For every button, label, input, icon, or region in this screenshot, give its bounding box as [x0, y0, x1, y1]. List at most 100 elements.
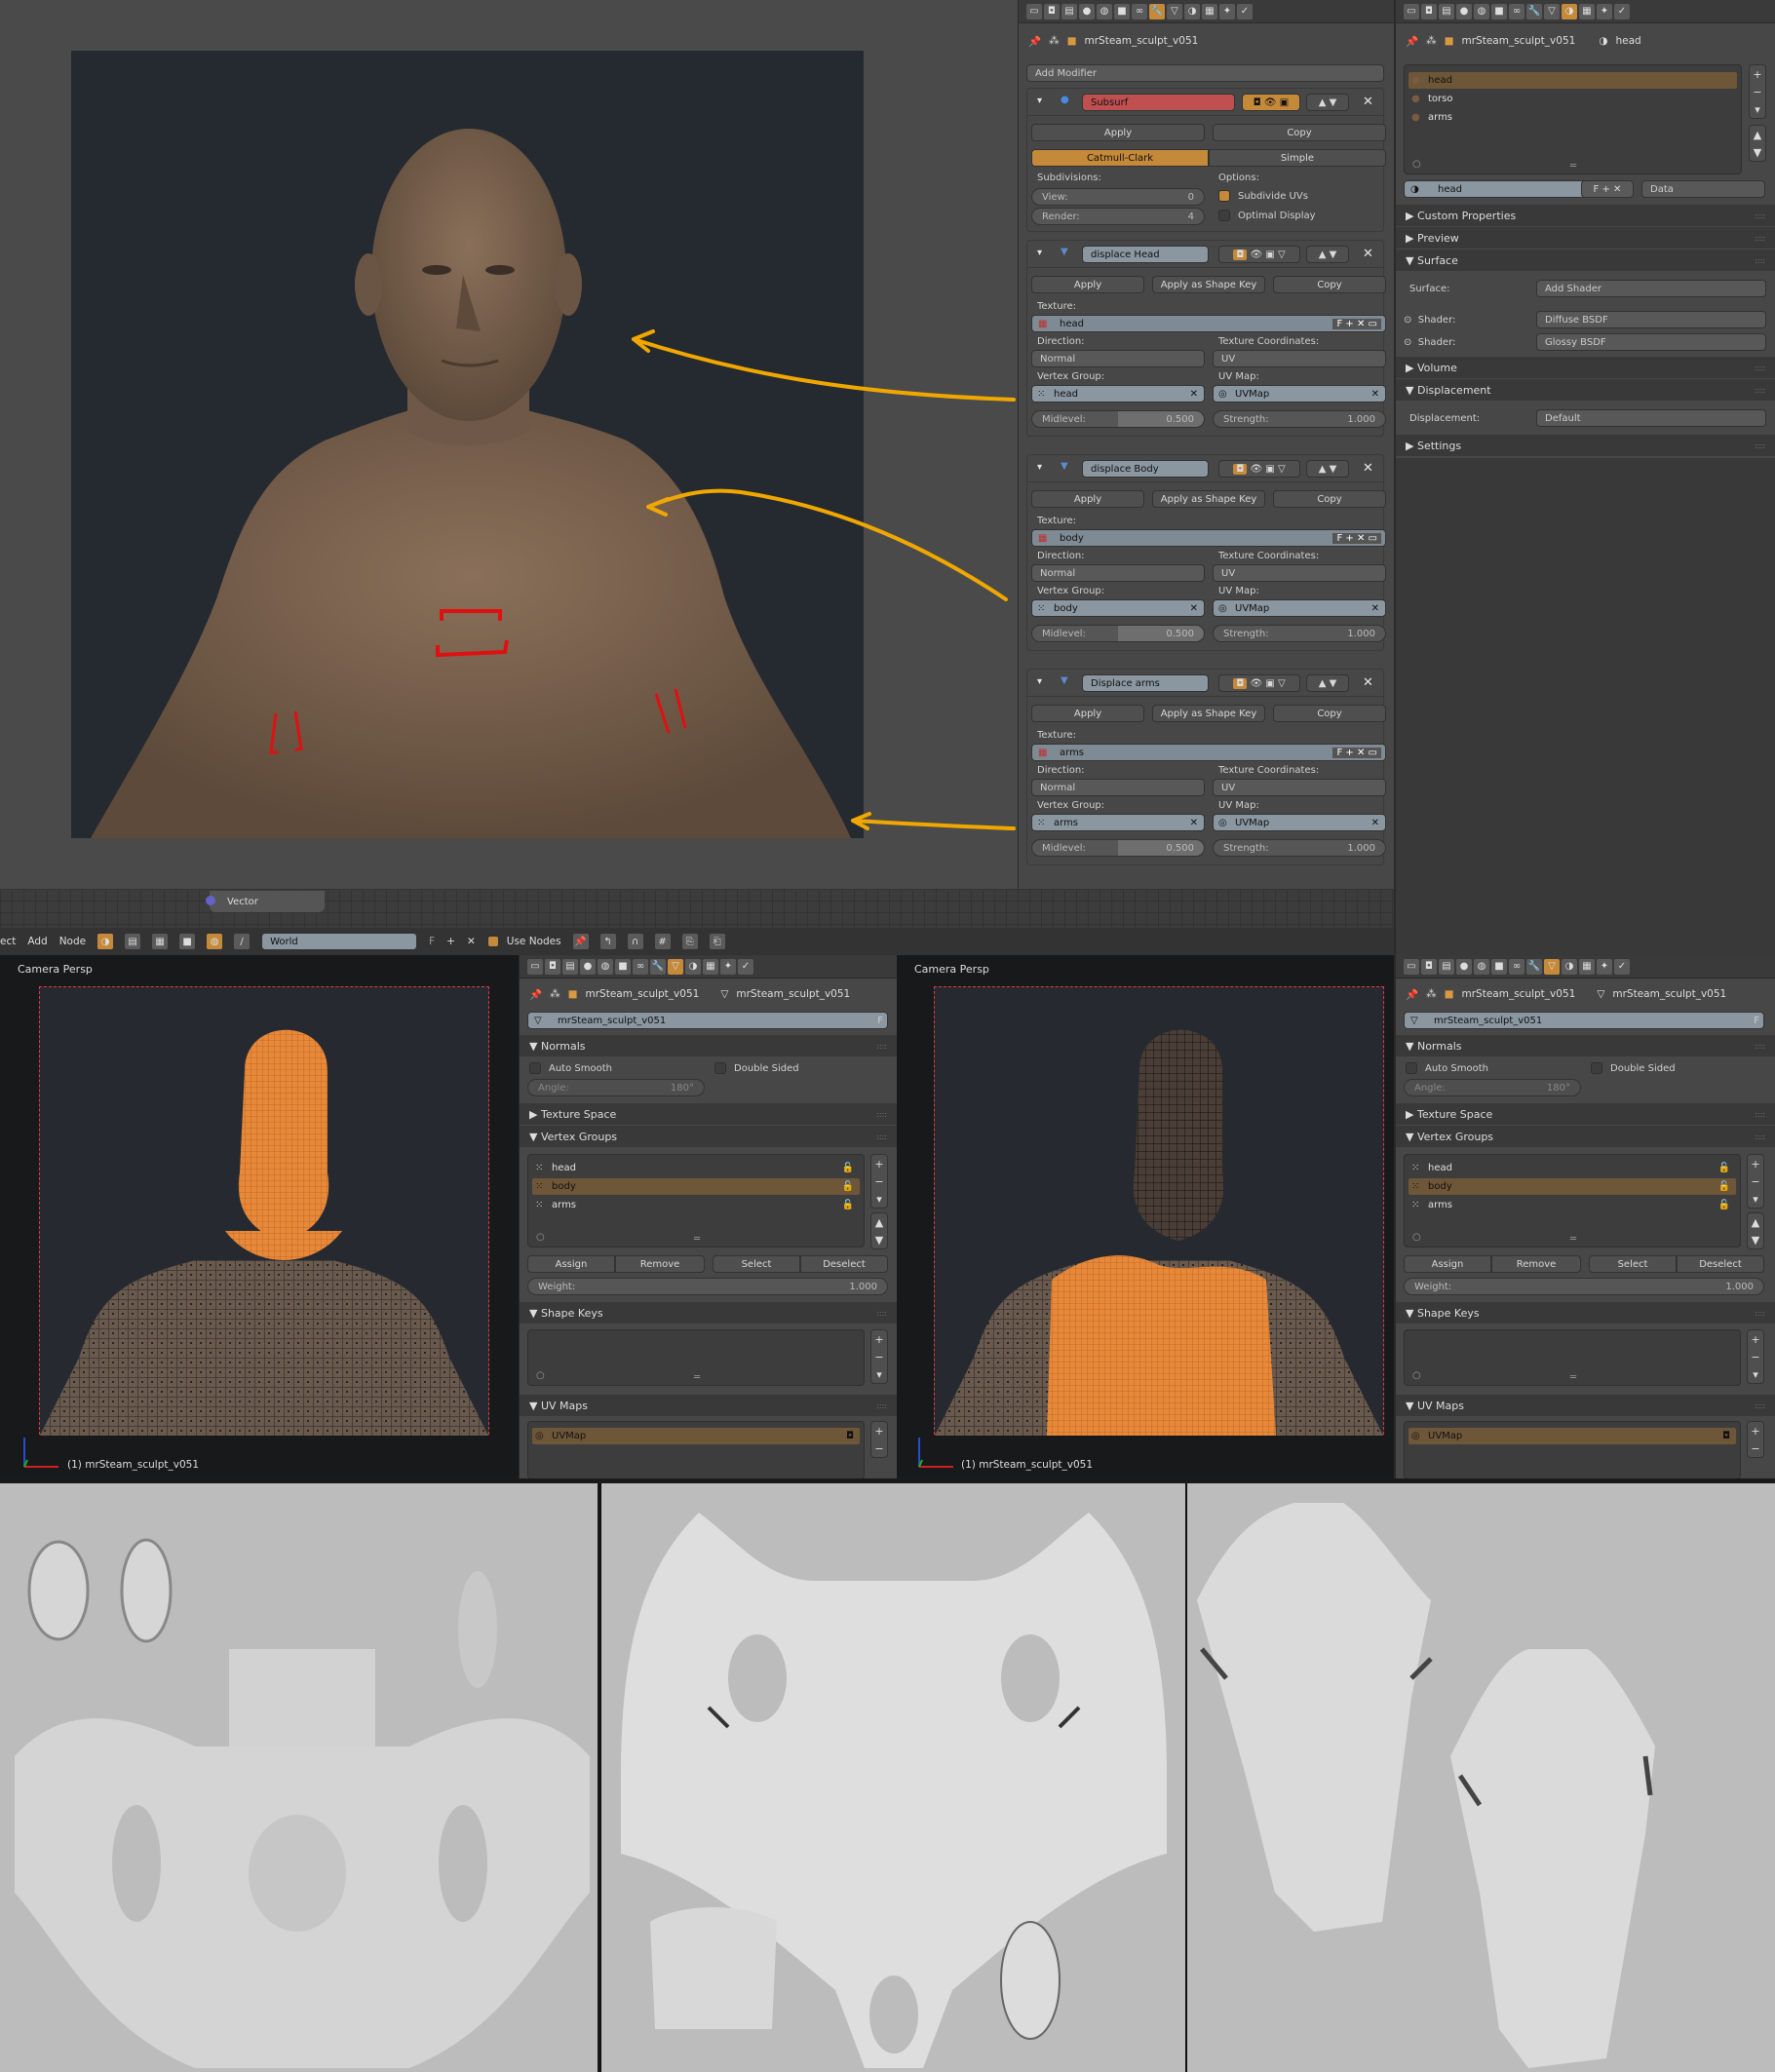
vertex-group-field[interactable]: ⁙ body ✕	[1031, 599, 1205, 617]
3d-viewport-head-selected[interactable]: Camera Persp (1) mrSteam_sculpt_v051	[0, 955, 519, 1478]
3d-viewport-body-selected[interactable]: Camera Persp (1) mrSteam_sculpt_v051	[897, 955, 1394, 1478]
move-modifier-buttons[interactable]: ▲ ▼	[1306, 460, 1349, 478]
select-button[interactable]: Select	[1589, 1255, 1677, 1273]
add-menu[interactable]: Add	[27, 936, 47, 947]
modifier-name-field[interactable]: Displace arms	[1082, 674, 1209, 692]
modifier-tab-icon[interactable]: 🔧	[1149, 3, 1165, 19]
normals-header[interactable]: ▼ Normals::::	[520, 1035, 897, 1056]
direction-dropdown[interactable]: Normal	[1031, 564, 1205, 582]
apply-button[interactable]: Apply	[1031, 124, 1205, 141]
snap-icon[interactable]: ∩	[627, 934, 643, 949]
filter-icon[interactable]: ○	[1412, 1232, 1421, 1243]
data-tab-icon[interactable]: ▽	[1167, 3, 1182, 19]
physics-tab-icon[interactable]: ✓	[1614, 3, 1630, 19]
physics-tab-icon[interactable]: ✓	[1614, 958, 1630, 975]
render-viewport[interactable]	[0, 0, 1018, 889]
uv-map-add-remove-buttons[interactable]: + −	[1747, 1421, 1764, 1458]
apply-as-shape-key-button[interactable]: Apply as Shape Key	[1152, 705, 1265, 722]
data-tab-icon[interactable]: ▽	[1544, 3, 1560, 19]
mesh-name-field[interactable]: ▽ mrSteam_sculpt_v051 F	[527, 1012, 888, 1029]
strength-field[interactable]: Strength: 1.000	[1213, 410, 1386, 428]
scene-tab-icon[interactable]: ●	[1456, 3, 1472, 19]
surface-header[interactable]: ▼ Surface::::	[1396, 249, 1775, 271]
object-tab-icon[interactable]: ■	[615, 958, 631, 975]
volume-header[interactable]: ▶ Volume::::	[1396, 357, 1775, 378]
shape-key-add-remove-buttons[interactable]: + − ▾	[870, 1329, 888, 1384]
texture-tab-icon[interactable]: ▦	[1202, 3, 1217, 19]
midlevel-slider[interactable]: Midlevel: 0.500	[1031, 625, 1205, 642]
uv-map-item[interactable]: ◎ UVMap ◘	[532, 1428, 860, 1444]
modifier-name-field[interactable]: Subsurf	[1082, 94, 1235, 111]
texture-coordinates-dropdown[interactable]: UV	[1213, 350, 1386, 367]
render-levels-field[interactable]: Render: 4	[1031, 208, 1205, 225]
particles-tab-icon[interactable]: ✦	[720, 958, 736, 975]
remove-modifier-icon[interactable]: ✕	[1363, 675, 1373, 690]
data-tab-icon[interactable]: ▽	[668, 958, 683, 975]
select-button[interactable]: Select	[713, 1255, 800, 1273]
modifier-tab-icon[interactable]: 🔧	[1526, 958, 1542, 975]
scene-tab-icon[interactable]: ●	[1456, 958, 1472, 975]
auto-smooth-checkbox[interactable]: Auto Smooth	[529, 1062, 612, 1074]
resize-handle-icon[interactable]: ═	[694, 1372, 700, 1383]
world-tab-icon[interactable]: ◍	[1097, 3, 1112, 19]
texture-tab-icon[interactable]: ▦	[1579, 3, 1595, 19]
particles-tab-icon[interactable]: ✦	[1597, 3, 1612, 19]
move-modifier-buttons[interactable]: ▲ ▼	[1306, 246, 1349, 263]
auto-smooth-checkbox[interactable]: Auto Smooth	[1406, 1062, 1488, 1074]
editor-type-icon[interactable]: ▭	[1404, 958, 1419, 975]
vertex-group-field[interactable]: ⁙ arms ✕	[1031, 814, 1205, 831]
slot-add-remove-buttons[interactable]: + − ▾	[1749, 64, 1766, 119]
direction-dropdown[interactable]: Normal	[1031, 779, 1205, 796]
settings-header[interactable]: ▶ Settings::::	[1396, 435, 1775, 456]
render-tab-icon[interactable]: ◘	[1421, 3, 1437, 19]
weight-field[interactable]: Weight: 1.000	[527, 1278, 888, 1295]
editor-type-icon[interactable]: ▭	[1404, 3, 1419, 19]
modifier-tab-icon[interactable]: 🔧	[650, 958, 666, 975]
midlevel-slider[interactable]: Midlevel: 0.500	[1031, 839, 1205, 857]
shader-object-icon[interactable]: ■	[179, 934, 196, 949]
collapse-icon[interactable]: ▾	[1037, 676, 1042, 687]
uv-map-field[interactable]: ◎ UVMap ✕	[1213, 385, 1386, 403]
uv-maps-header[interactable]: ▼ UV Maps::::	[1396, 1395, 1775, 1416]
vertex-group-field[interactable]: ⁙ head ✕	[1031, 385, 1205, 403]
copy-button[interactable]: Copy	[1273, 705, 1386, 722]
apply-as-shape-key-button[interactable]: Apply as Shape Key	[1152, 490, 1265, 508]
vertex-group-item[interactable]: ⁙ head 🔓	[1408, 1160, 1736, 1176]
resize-handle-icon[interactable]: ═	[1570, 1234, 1576, 1245]
resize-handle-icon[interactable]: ═	[1570, 1372, 1576, 1383]
collapse-icon[interactable]: ▾	[1037, 462, 1042, 473]
preview-header[interactable]: ▶ Preview::::	[1396, 227, 1775, 249]
vertex-group-item[interactable]: ⁙ body 🔓	[1408, 1178, 1736, 1195]
layers-tab-icon[interactable]: ▤	[1061, 3, 1077, 19]
group-move-buttons[interactable]: ▲ ▼	[870, 1212, 888, 1249]
modifier-name-field[interactable]: displace Body	[1082, 460, 1209, 478]
move-modifier-buttons[interactable]: ▲ ▼	[1306, 94, 1349, 111]
shader-type-material-icon[interactable]: ◑	[97, 934, 114, 949]
surface-shader-dropdown[interactable]: Add Shader	[1536, 280, 1766, 297]
scene-tab-icon[interactable]: ●	[1079, 3, 1095, 19]
editor-type-icon[interactable]: ▭	[1026, 3, 1042, 19]
new-world-icon[interactable]: +	[446, 936, 455, 947]
copy-button[interactable]: Copy	[1273, 276, 1386, 293]
render-tab-icon[interactable]: ◘	[1421, 958, 1437, 975]
pin-icon[interactable]: 📌	[572, 934, 589, 949]
displacement-dropdown[interactable]: Default	[1536, 409, 1766, 427]
constraints-tab-icon[interactable]: ∞	[1509, 958, 1524, 975]
remove-modifier-icon[interactable]: ✕	[1363, 461, 1373, 476]
apply-as-shape-key-button[interactable]: Apply as Shape Key	[1152, 276, 1265, 293]
object-tab-icon[interactable]: ■	[1491, 3, 1507, 19]
modifier-visibility-toggles[interactable]: ◘ 👁 ▣ ▽	[1218, 674, 1300, 692]
vertex-groups-header[interactable]: ▼ Vertex Groups::::	[520, 1126, 897, 1147]
texture-coordinates-dropdown[interactable]: UV	[1213, 564, 1386, 582]
layers-tab-icon[interactable]: ▤	[1439, 958, 1454, 975]
shader2-dropdown[interactable]: Glossy BSDF	[1536, 333, 1766, 351]
shader-type-texture-icon[interactable]: ▦	[152, 934, 169, 949]
filter-icon[interactable]: ○	[1412, 159, 1421, 170]
strength-field[interactable]: Strength: 1.000	[1213, 625, 1386, 642]
shader-linestyle-icon[interactable]: /	[234, 934, 251, 949]
pin-icon[interactable]: 📌	[1406, 988, 1418, 1001]
remove-button[interactable]: Remove	[1491, 1255, 1581, 1273]
group-add-remove-buttons[interactable]: + − ▾	[870, 1154, 888, 1209]
remove-button[interactable]: Remove	[615, 1255, 705, 1273]
object-tab-icon[interactable]: ■	[1114, 3, 1130, 19]
